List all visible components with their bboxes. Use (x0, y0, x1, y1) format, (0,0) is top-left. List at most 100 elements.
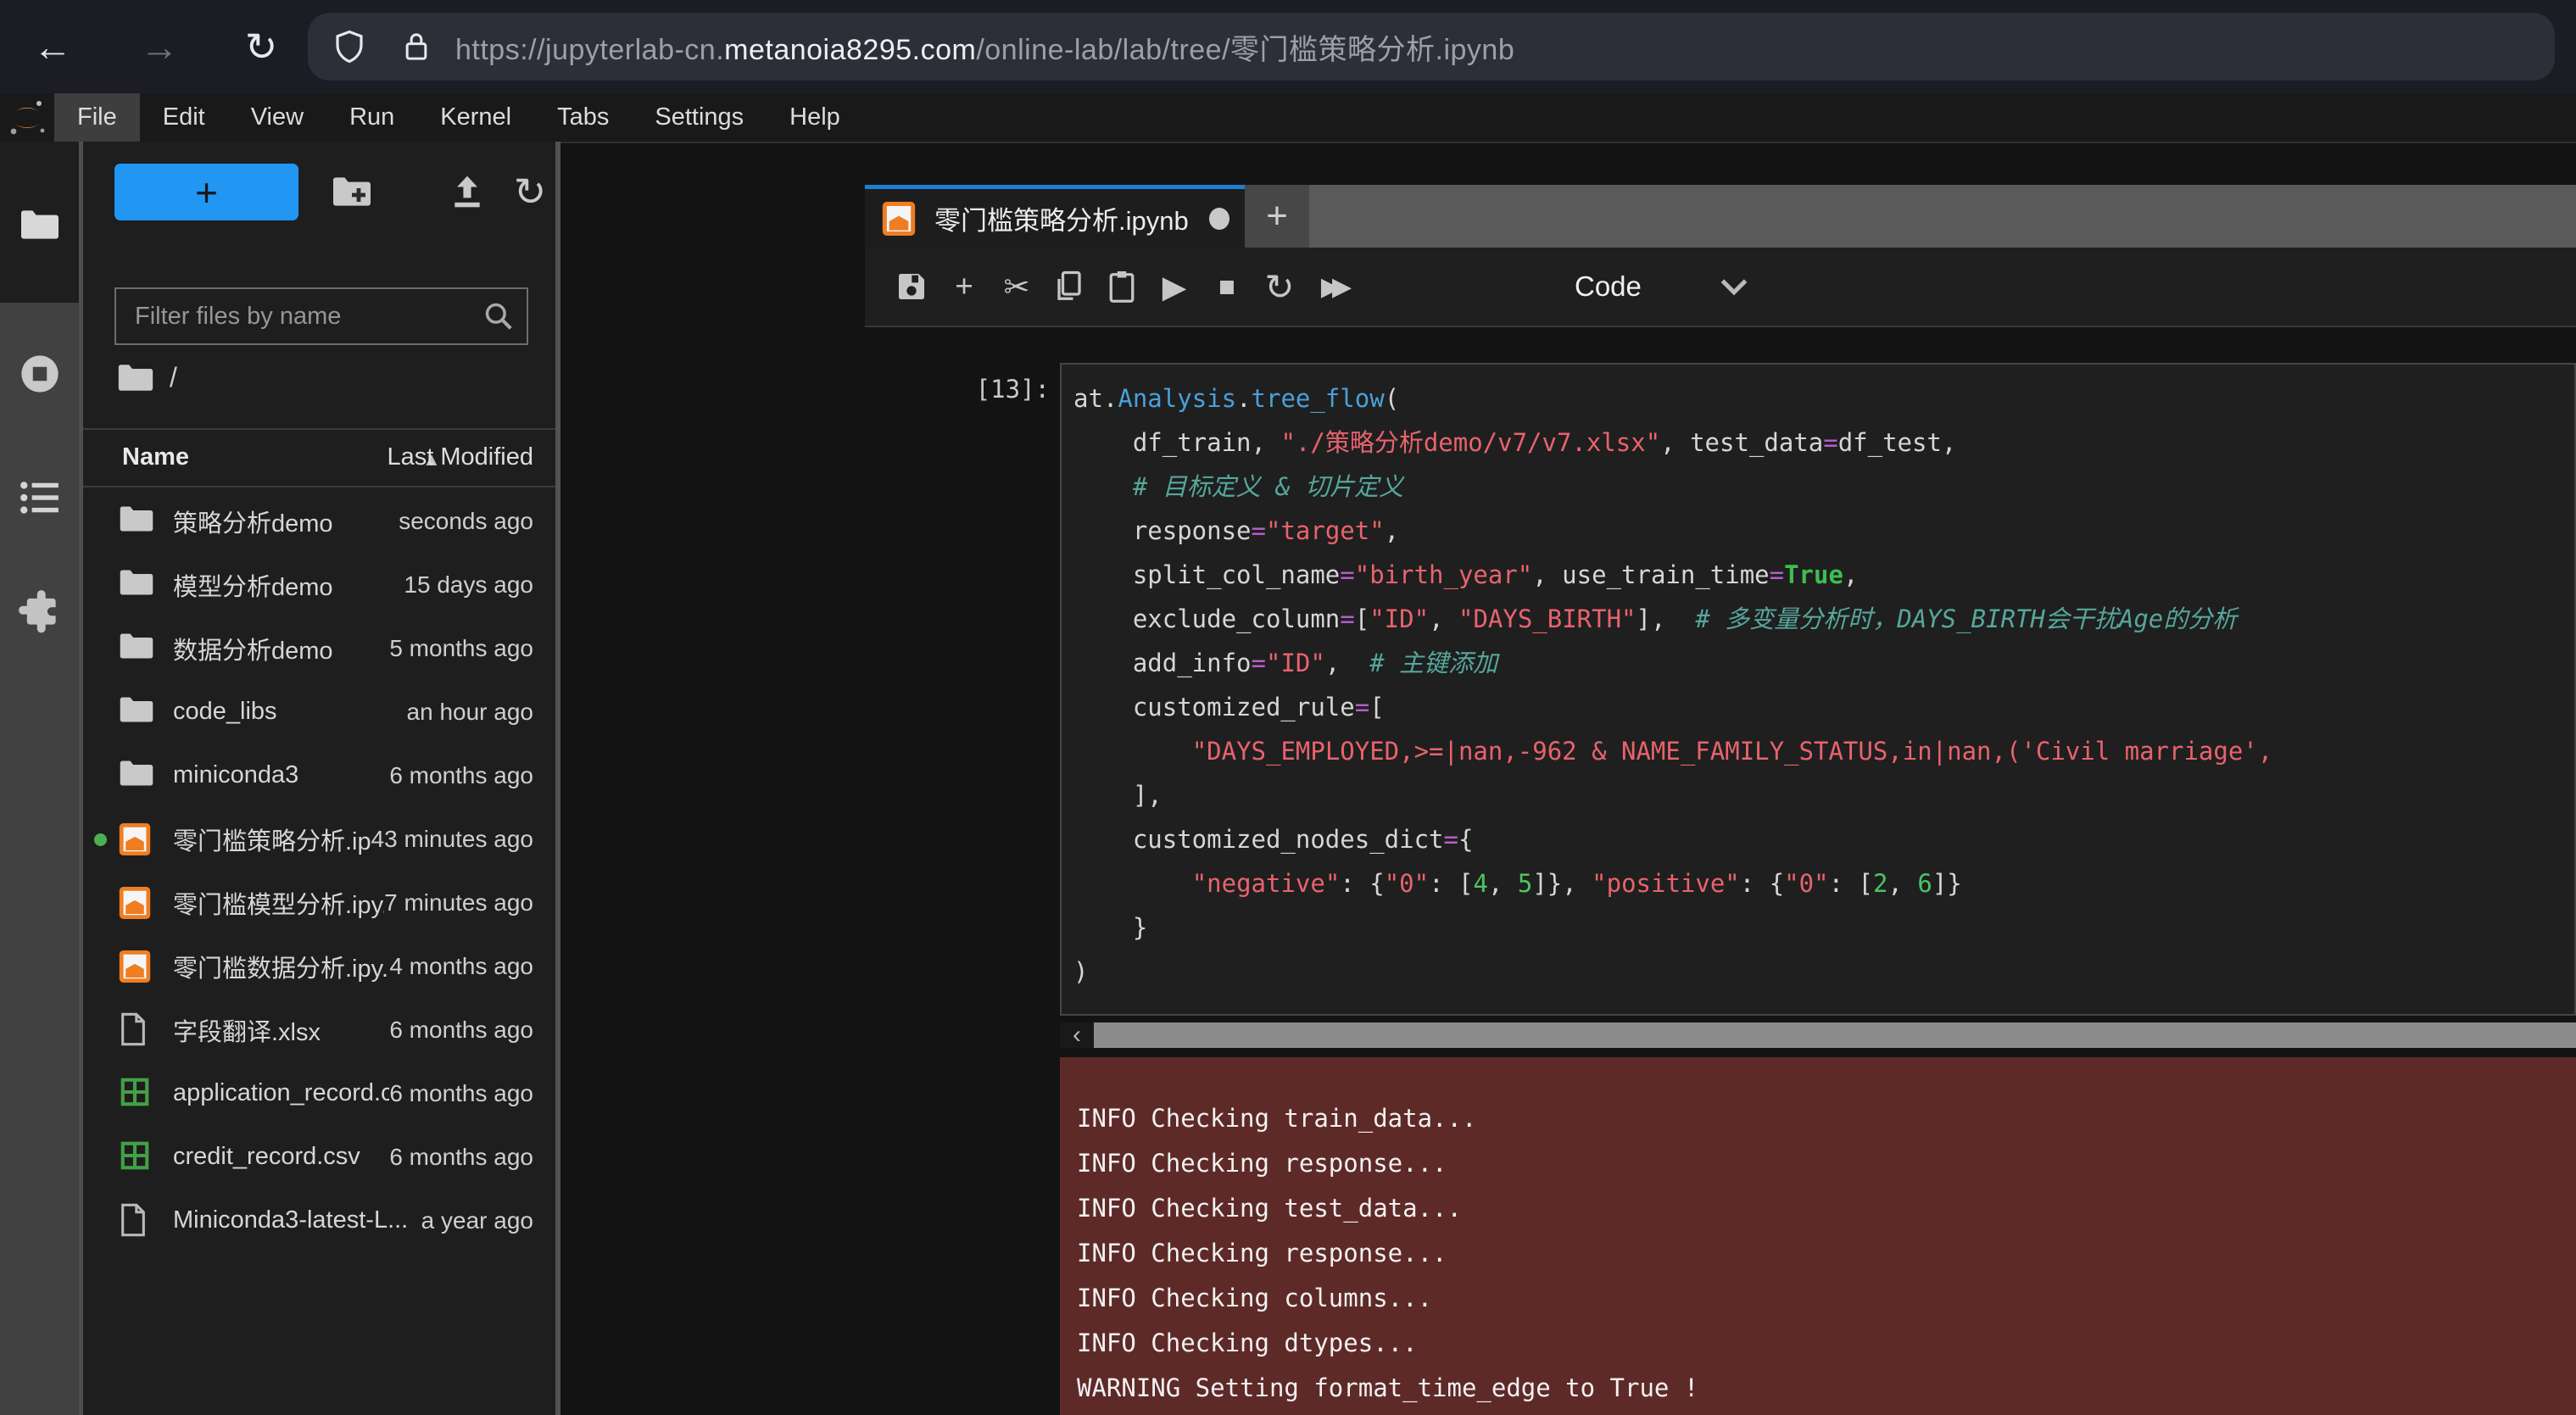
restart-run-all-button[interactable]: ▶▶ (1306, 260, 1358, 313)
file-row[interactable]: 模型分析demo15 days ago (83, 553, 555, 616)
scrollbar-track[interactable] (1094, 1022, 2576, 1048)
browser-toolbar: ← → ↻ https://jupyterlab-cn.metanoia8295… (0, 0, 2576, 93)
search-icon (482, 300, 515, 332)
browser-reload-button[interactable]: ↻ (227, 0, 295, 93)
paste-cells-button[interactable] (1096, 260, 1148, 313)
file-last-modified: 7 minutes ago (384, 889, 533, 916)
file-icon (119, 1012, 148, 1046)
cell-output-area: INFO Checking train_data...INFO Checking… (1060, 1057, 2576, 1415)
browser-address-bar[interactable]: https://jupyterlab-cn.metanoia8295.com/o… (308, 13, 2555, 81)
restart-kernel-button[interactable]: ↻ (1253, 260, 1306, 313)
interrupt-kernel-button[interactable]: ■ (1201, 260, 1253, 313)
new-tab-button[interactable]: + (1245, 185, 1309, 248)
url-text: https://jupyterlab-cn.metanoia8295.com/o… (455, 26, 1514, 68)
run-cell-button[interactable]: ▶ (1148, 260, 1201, 313)
output-line: WARNING Overwriting customized_variables… (1077, 1411, 2576, 1415)
new-launcher-button[interactable]: + (114, 164, 298, 220)
file-row[interactable]: code_libsan hour ago (83, 680, 555, 744)
save-button[interactable] (885, 260, 938, 313)
folder-icon (119, 631, 154, 661)
column-header-name[interactable]: Name (122, 443, 189, 471)
running-sessions-icon[interactable] (0, 352, 79, 396)
upload-files-button[interactable] (446, 170, 488, 213)
output-line: WARNING Setting format_time_edge to True… (1077, 1366, 2576, 1411)
menu-item-file[interactable]: File (54, 93, 140, 142)
notebook-icon (119, 822, 151, 857)
file-row[interactable]: application_record.c...6 months ago (83, 1061, 555, 1125)
code-line: # 目标定义 & 切片定义 (1073, 465, 2574, 509)
code-line: customized_rule=[ (1073, 685, 2574, 729)
copy-cells-button[interactable] (1043, 260, 1096, 313)
file-last-modified: 43 minutes ago (371, 826, 533, 853)
execution-count-prompt: [13]: (955, 375, 1050, 404)
file-row[interactable]: 零门槛数据分析.ipy...4 months ago (83, 934, 555, 998)
file-row[interactable]: 零门槛模型分析.ipy...7 minutes ago (83, 871, 555, 934)
menu-item-settings[interactable]: Settings (632, 93, 767, 142)
file-name: 策略分析demo (173, 504, 399, 539)
folder-icon (119, 758, 154, 788)
refresh-file-list-button[interactable]: ↻ (509, 170, 551, 213)
code-lines: at.Analysis.tree_flow( df_train, "./策略分析… (1062, 365, 2574, 994)
file-name: 数据分析demo (173, 631, 389, 666)
column-header-last-modified[interactable]: Last Modified (388, 443, 534, 471)
file-row[interactable]: 数据分析demo5 months ago (83, 616, 555, 680)
file-row[interactable]: Miniconda3-latest-L...a year ago (83, 1189, 555, 1252)
file-list: 策略分析demoseconds ago模型分析demo15 days ago数据… (83, 489, 555, 1252)
table-of-contents-icon[interactable] (0, 479, 79, 516)
menu-item-run[interactable]: Run (326, 93, 417, 142)
notebook-toolbar: + ✂ ▶ ■ ↻ ▶▶ Code (865, 248, 2576, 327)
cell-type-value: Code (1575, 270, 1642, 303)
new-folder-button[interactable] (331, 170, 373, 213)
menu-item-edit[interactable]: Edit (140, 93, 228, 142)
file-row[interactable]: credit_record.csv6 months ago (83, 1125, 555, 1189)
code-line: add_info="ID", # 主键添加 (1073, 641, 2574, 685)
cut-cells-button[interactable]: ✂ (990, 260, 1043, 313)
menu-item-kernel[interactable]: Kernel (417, 93, 534, 142)
notebook-icon (119, 949, 151, 984)
file-row[interactable]: miniconda36 months ago (83, 744, 555, 807)
file-row[interactable]: 策略分析demoseconds ago (83, 489, 555, 553)
scroll-left-button[interactable]: ‹ (1060, 1022, 1094, 1048)
folder-icon (119, 694, 154, 725)
file-browser-icon[interactable] (0, 208, 79, 242)
code-line: customized_nodes_dict={ (1073, 817, 2574, 861)
unsaved-changes-dot[interactable] (1209, 208, 1229, 230)
folder-icon (119, 567, 154, 598)
horizontal-scrollbar: ‹ (1060, 1022, 2576, 1048)
tab-notebook[interactable]: 零门槛策略分析.ipynb (865, 185, 1245, 248)
code-line: ) (1073, 950, 2574, 994)
file-last-modified: 5 months ago (389, 635, 533, 662)
file-row[interactable]: 字段翻译.xlsx6 months ago (83, 998, 555, 1061)
home-folder-icon (117, 362, 154, 393)
kernel-running-dot (94, 833, 107, 846)
file-last-modified: 6 months ago (389, 762, 533, 789)
tracking-shield-icon[interactable] (332, 29, 367, 64)
menu-item-view[interactable]: View (228, 93, 326, 142)
jupyter-logo (0, 93, 54, 142)
left-sidebar-strip (0, 142, 79, 1415)
csv-table-icon (119, 1139, 151, 1172)
file-name: 零门槛模型分析.ipy... (173, 885, 384, 921)
file-last-modified: 15 days ago (404, 571, 533, 599)
panel-divider[interactable] (555, 142, 560, 1415)
code-line: "DAYS_EMPLOYED,>=|nan,-962 & NAME_FAMILY… (1073, 729, 2574, 773)
menu-item-tabs[interactable]: Tabs (534, 93, 632, 142)
insert-cell-button[interactable]: + (938, 260, 990, 313)
cell-type-dropdown[interactable]: Code (1575, 270, 1748, 303)
browser-forward-button[interactable]: → (125, 0, 193, 93)
file-name: Miniconda3-latest-L... (173, 1206, 421, 1234)
filter-files-input[interactable] (116, 289, 527, 343)
breadcrumb[interactable]: / (117, 354, 177, 401)
code-cell-editor[interactable]: at.Analysis.tree_flow( df_train, "./策略分析… (1060, 363, 2576, 1016)
dock-tab-bar: 零门槛策略分析.ipynb + (865, 185, 2576, 248)
output-log-lines: INFO Checking train_data...INFO Checking… (1060, 1057, 2576, 1415)
lock-icon[interactable] (399, 29, 433, 64)
file-browser-panel: + ↻ / Name ▲ Last Modified 策略分析demosecon… (83, 142, 555, 1415)
breadcrumb-root[interactable]: / (170, 362, 177, 393)
menu-item-help[interactable]: Help (767, 93, 863, 142)
extensions-icon[interactable] (0, 589, 79, 633)
browser-back-button[interactable]: ← (19, 0, 86, 93)
file-last-modified: seconds ago (399, 508, 533, 535)
file-name: miniconda3 (173, 761, 389, 789)
file-row[interactable]: 零门槛策略分析.ipy...43 minutes ago (83, 807, 555, 871)
